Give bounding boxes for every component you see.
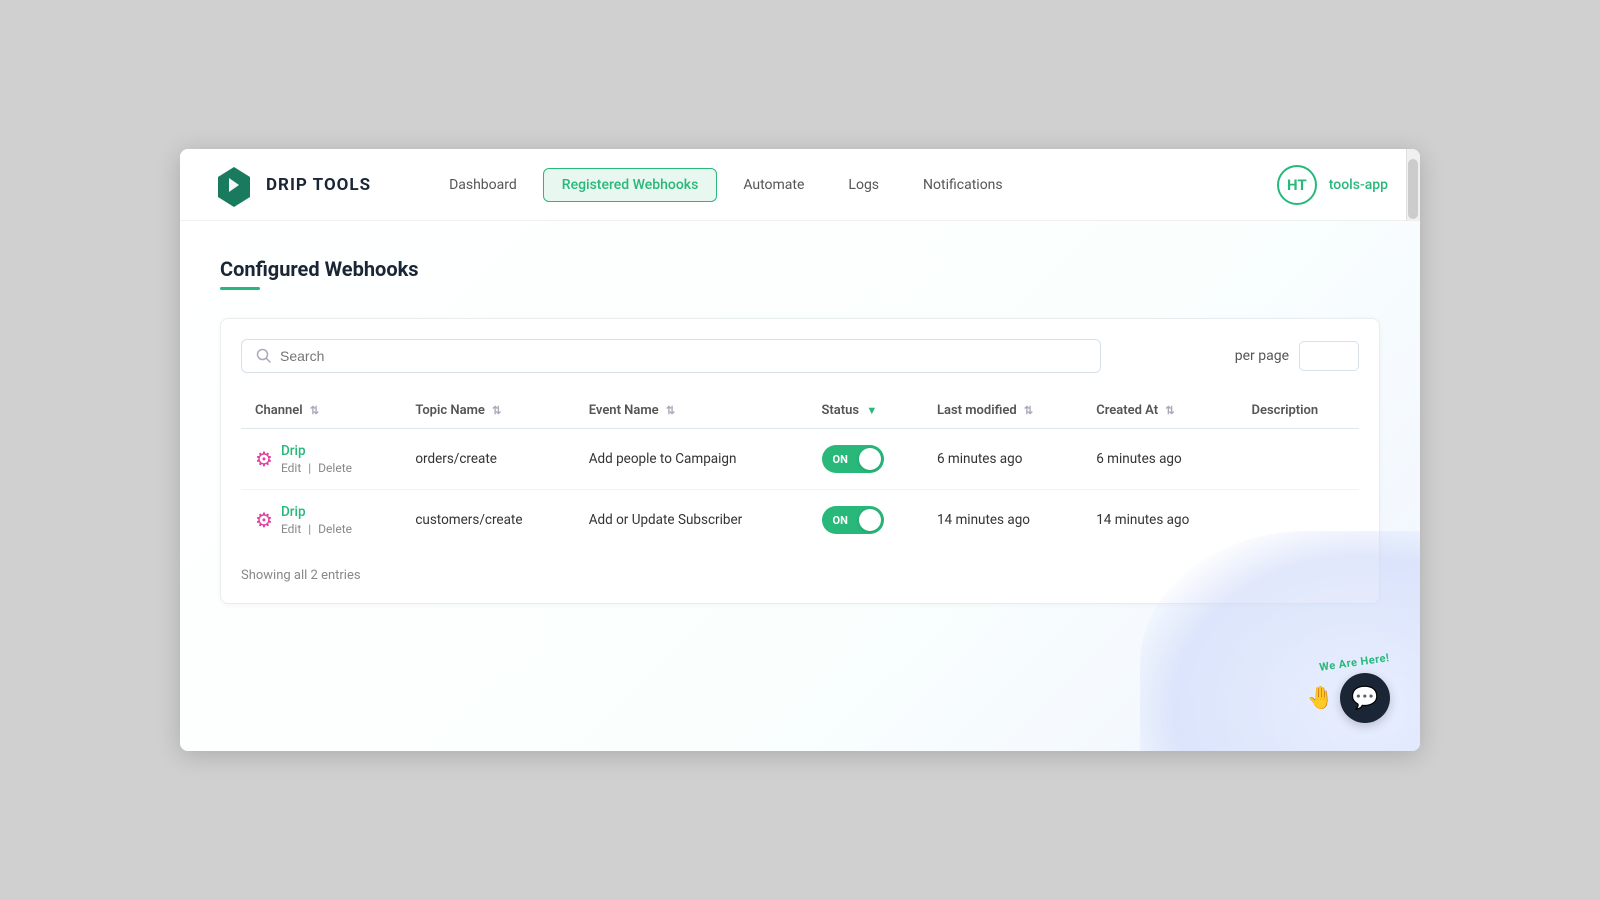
toggle-knob-0: [859, 448, 881, 470]
sort-status-icon: ▼: [866, 404, 877, 417]
nav-automate[interactable]: Automate: [725, 169, 822, 201]
cell-channel-1: ⚙ Drip Edit | Delete: [241, 490, 401, 551]
sort-topic-icon: ⇅: [492, 404, 501, 417]
search-icon: [256, 348, 272, 364]
sort-created-icon: ⇅: [1165, 404, 1174, 417]
table-container: per page 10 Channel ⇅ Topic Name ⇅: [220, 318, 1380, 604]
table-row: ⚙ Drip Edit | Delete customers/create Ad…: [241, 490, 1359, 551]
page-title-area: Configured Webhooks: [220, 257, 1380, 290]
col-status[interactable]: Status ▼: [808, 393, 923, 429]
user-label: tools-app: [1329, 177, 1388, 193]
per-page-area: per page 10: [1235, 341, 1359, 371]
chat-button[interactable]: 💬: [1340, 673, 1390, 723]
nav-registered-webhooks[interactable]: Registered Webhooks: [543, 168, 718, 202]
nav-notifications[interactable]: Notifications: [905, 169, 1021, 201]
nav-logs[interactable]: Logs: [830, 169, 897, 201]
col-last-modified[interactable]: Last modified ⇅: [923, 393, 1082, 429]
search-box: [241, 339, 1101, 373]
toggle-knob-1: [859, 509, 881, 531]
toggle-1[interactable]: ON: [822, 506, 884, 534]
col-channel[interactable]: Channel ⇅: [241, 393, 401, 429]
edit-link-1[interactable]: Edit: [281, 522, 301, 536]
cell-created-0: 6 minutes ago: [1082, 429, 1237, 490]
channel-name-1: Drip: [281, 504, 352, 520]
logo-text: DRIP TOOLS: [266, 175, 371, 195]
webhooks-table: Channel ⇅ Topic Name ⇅ Event Name ⇅ St: [241, 393, 1359, 550]
cell-lastmod-0: 6 minutes ago: [923, 429, 1082, 490]
table-footer: Showing all 2 entries: [241, 550, 1359, 583]
entries-count: Showing all 2 entries: [241, 568, 361, 583]
table-row: ⚙ Drip Edit | Delete orders/create Add p…: [241, 429, 1359, 490]
table-controls: per page 10: [241, 339, 1359, 373]
page-title: Configured Webhooks: [220, 257, 1380, 281]
cell-desc-0: [1238, 429, 1359, 490]
channel-name-0: Drip: [281, 443, 352, 459]
cell-topic-1: customers/create: [401, 490, 574, 551]
chat-emoji: 🤚: [1307, 686, 1334, 711]
user-area: HT tools-app: [1277, 165, 1388, 205]
cell-channel-0: ⚙ Drip Edit | Delete: [241, 429, 401, 490]
cell-topic-0: orders/create: [401, 429, 574, 490]
toggle-label-1: ON: [833, 514, 859, 527]
col-description: Description: [1238, 393, 1359, 429]
chat-btn-icon: 💬: [1351, 686, 1378, 711]
cell-event-1: Add or Update Subscriber: [575, 490, 808, 551]
nav-links: Dashboard Registered Webhooks Automate L…: [431, 168, 1277, 202]
per-page-input[interactable]: 10: [1299, 341, 1359, 371]
cell-status-1: ON: [808, 490, 923, 551]
nav-dashboard[interactable]: Dashboard: [431, 169, 535, 201]
cell-event-0: Add people to Campaign: [575, 429, 808, 490]
cell-desc-1: [1238, 490, 1359, 551]
logo-area: DRIP TOOLS: [212, 163, 371, 207]
drip-channel-icon-1: ⚙: [255, 508, 273, 532]
main-content: Configured Webhooks per page 10: [180, 221, 1420, 751]
logo-icon: [212, 163, 256, 207]
sort-lastmod-icon: ⇅: [1024, 404, 1033, 417]
sort-event-icon: ⇅: [666, 404, 675, 417]
sort-channel-icon: ⇅: [310, 404, 319, 417]
nav-bar: DRIP TOOLS Dashboard Registered Webhooks…: [180, 149, 1420, 221]
drip-channel-icon-0: ⚙: [255, 447, 273, 471]
toggle-0[interactable]: ON: [822, 445, 884, 473]
delete-link-0[interactable]: Delete: [318, 461, 352, 475]
title-underline: [220, 287, 260, 290]
per-page-label: per page: [1235, 348, 1289, 364]
delete-link-1[interactable]: Delete: [318, 522, 352, 536]
col-event-name[interactable]: Event Name ⇅: [575, 393, 808, 429]
chat-widget: We Are Here! 🤚 💬: [1307, 656, 1390, 723]
cell-created-1: 14 minutes ago: [1082, 490, 1237, 551]
scrollbar-thumb[interactable]: [1408, 159, 1418, 219]
cell-lastmod-1: 14 minutes ago: [923, 490, 1082, 551]
col-created-at[interactable]: Created At ⇅: [1082, 393, 1237, 429]
cell-status-0: ON: [808, 429, 923, 490]
edit-link-0[interactable]: Edit: [281, 461, 301, 475]
chat-badge: We Are Here!: [1319, 651, 1391, 674]
search-input[interactable]: [280, 348, 1086, 364]
chat-row: 🤚 💬: [1307, 673, 1390, 723]
avatar[interactable]: HT: [1277, 165, 1317, 205]
col-topic-name[interactable]: Topic Name ⇅: [401, 393, 574, 429]
toggle-label-0: ON: [833, 453, 859, 466]
